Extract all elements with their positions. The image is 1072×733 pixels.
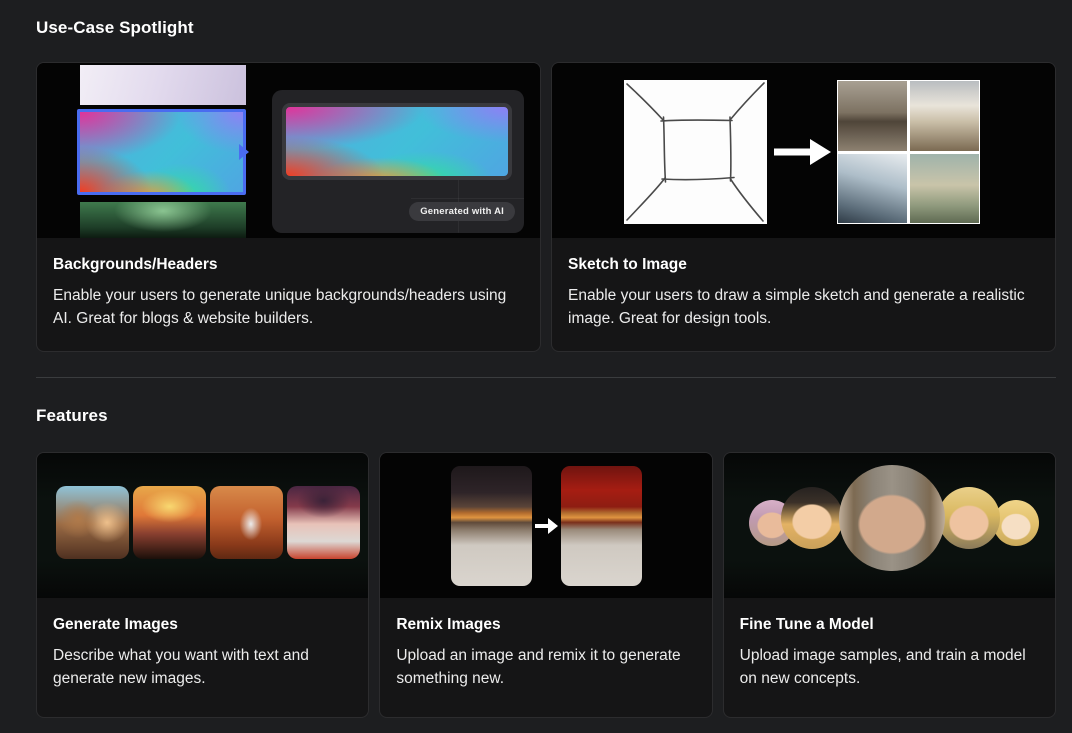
card-fine-tune-model[interactable]: Fine Tune a Model Upload image samples, … [723,452,1056,718]
card-sketch-to-image[interactable]: Sketch to Image Enable your users to dra… [551,62,1056,352]
feather-thumbnail [80,65,246,105]
generated-interior-4 [910,154,979,224]
card-description: Enable your users to generate unique bac… [53,284,524,331]
card-title: Sketch to Image [568,256,1039,274]
card-description: Upload an image and remix it to generate… [396,644,695,691]
card-title: Backgrounds/Headers [53,256,524,274]
generated-header-preview-panel: Generated with AI [272,90,524,233]
use-case-spotlight-heading: Use-Case Spotlight [36,18,1056,37]
sample-image-anime-woman [287,486,360,559]
sketch-to-image-illustration [552,63,1055,238]
portrait-black-hair [451,466,532,586]
portrait-red-hair [561,466,642,586]
generate-images-illustration [37,453,368,598]
use-case-cards-row: Generated with AI Backgrounds/Headers En… [36,62,1056,352]
face-portrait-center [839,465,945,571]
card-description: Upload image samples, and train a model … [740,644,1039,691]
generated-interiors-grid [837,80,980,224]
sample-image-vintage-couple [56,486,129,559]
card-backgrounds-headers[interactable]: Generated with AI Backgrounds/Headers En… [36,62,541,352]
generated-interior-1 [838,81,907,151]
page: Use-Case Spotlight Generated with AI Bac… [0,0,1072,718]
forest-thumbnail [80,202,246,238]
remix-images-illustration [380,453,711,598]
fine-tune-illustration [724,453,1055,598]
room-sketch [624,80,767,224]
generated-interior-3 [838,154,907,224]
features-cards-row: Generate Images Describe what you want w… [36,452,1056,718]
card-body: Backgrounds/Headers Enable your users to… [37,238,540,331]
generated-interior-2 [910,81,979,151]
card-body: Sketch to Image Enable your users to dra… [552,238,1055,331]
selected-gradient-thumbnail [77,109,246,195]
card-title: Fine Tune a Model [740,616,1039,634]
features-heading: Features [36,406,1056,425]
card-title: Generate Images [53,616,352,634]
backgrounds-headers-illustration: Generated with AI [37,63,540,238]
sample-image-astronaut [210,486,283,559]
card-generate-images[interactable]: Generate Images Describe what you want w… [36,452,369,718]
card-title: Remix Images [396,616,695,634]
card-description: Enable your users to draw a simple sketc… [568,284,1039,331]
face-portrait-2 [781,487,843,549]
generated-with-ai-badge: Generated with AI [409,202,515,221]
sample-images-strip [56,486,360,559]
card-remix-images[interactable]: Remix Images Upload an image and remix i… [379,452,712,718]
section-divider [36,377,1056,378]
card-description: Describe what you want with text and gen… [53,644,352,691]
sample-image-bridge-car [133,486,206,559]
generated-gradient-header [282,103,512,180]
arrow-right-icon [533,516,560,536]
card-body: Remix Images Upload an image and remix i… [380,598,711,691]
face-portrait-4 [938,487,1000,549]
arrow-right-icon [771,136,835,168]
card-body: Fine Tune a Model Upload image samples, … [724,598,1055,691]
card-body: Generate Images Describe what you want w… [37,598,368,691]
